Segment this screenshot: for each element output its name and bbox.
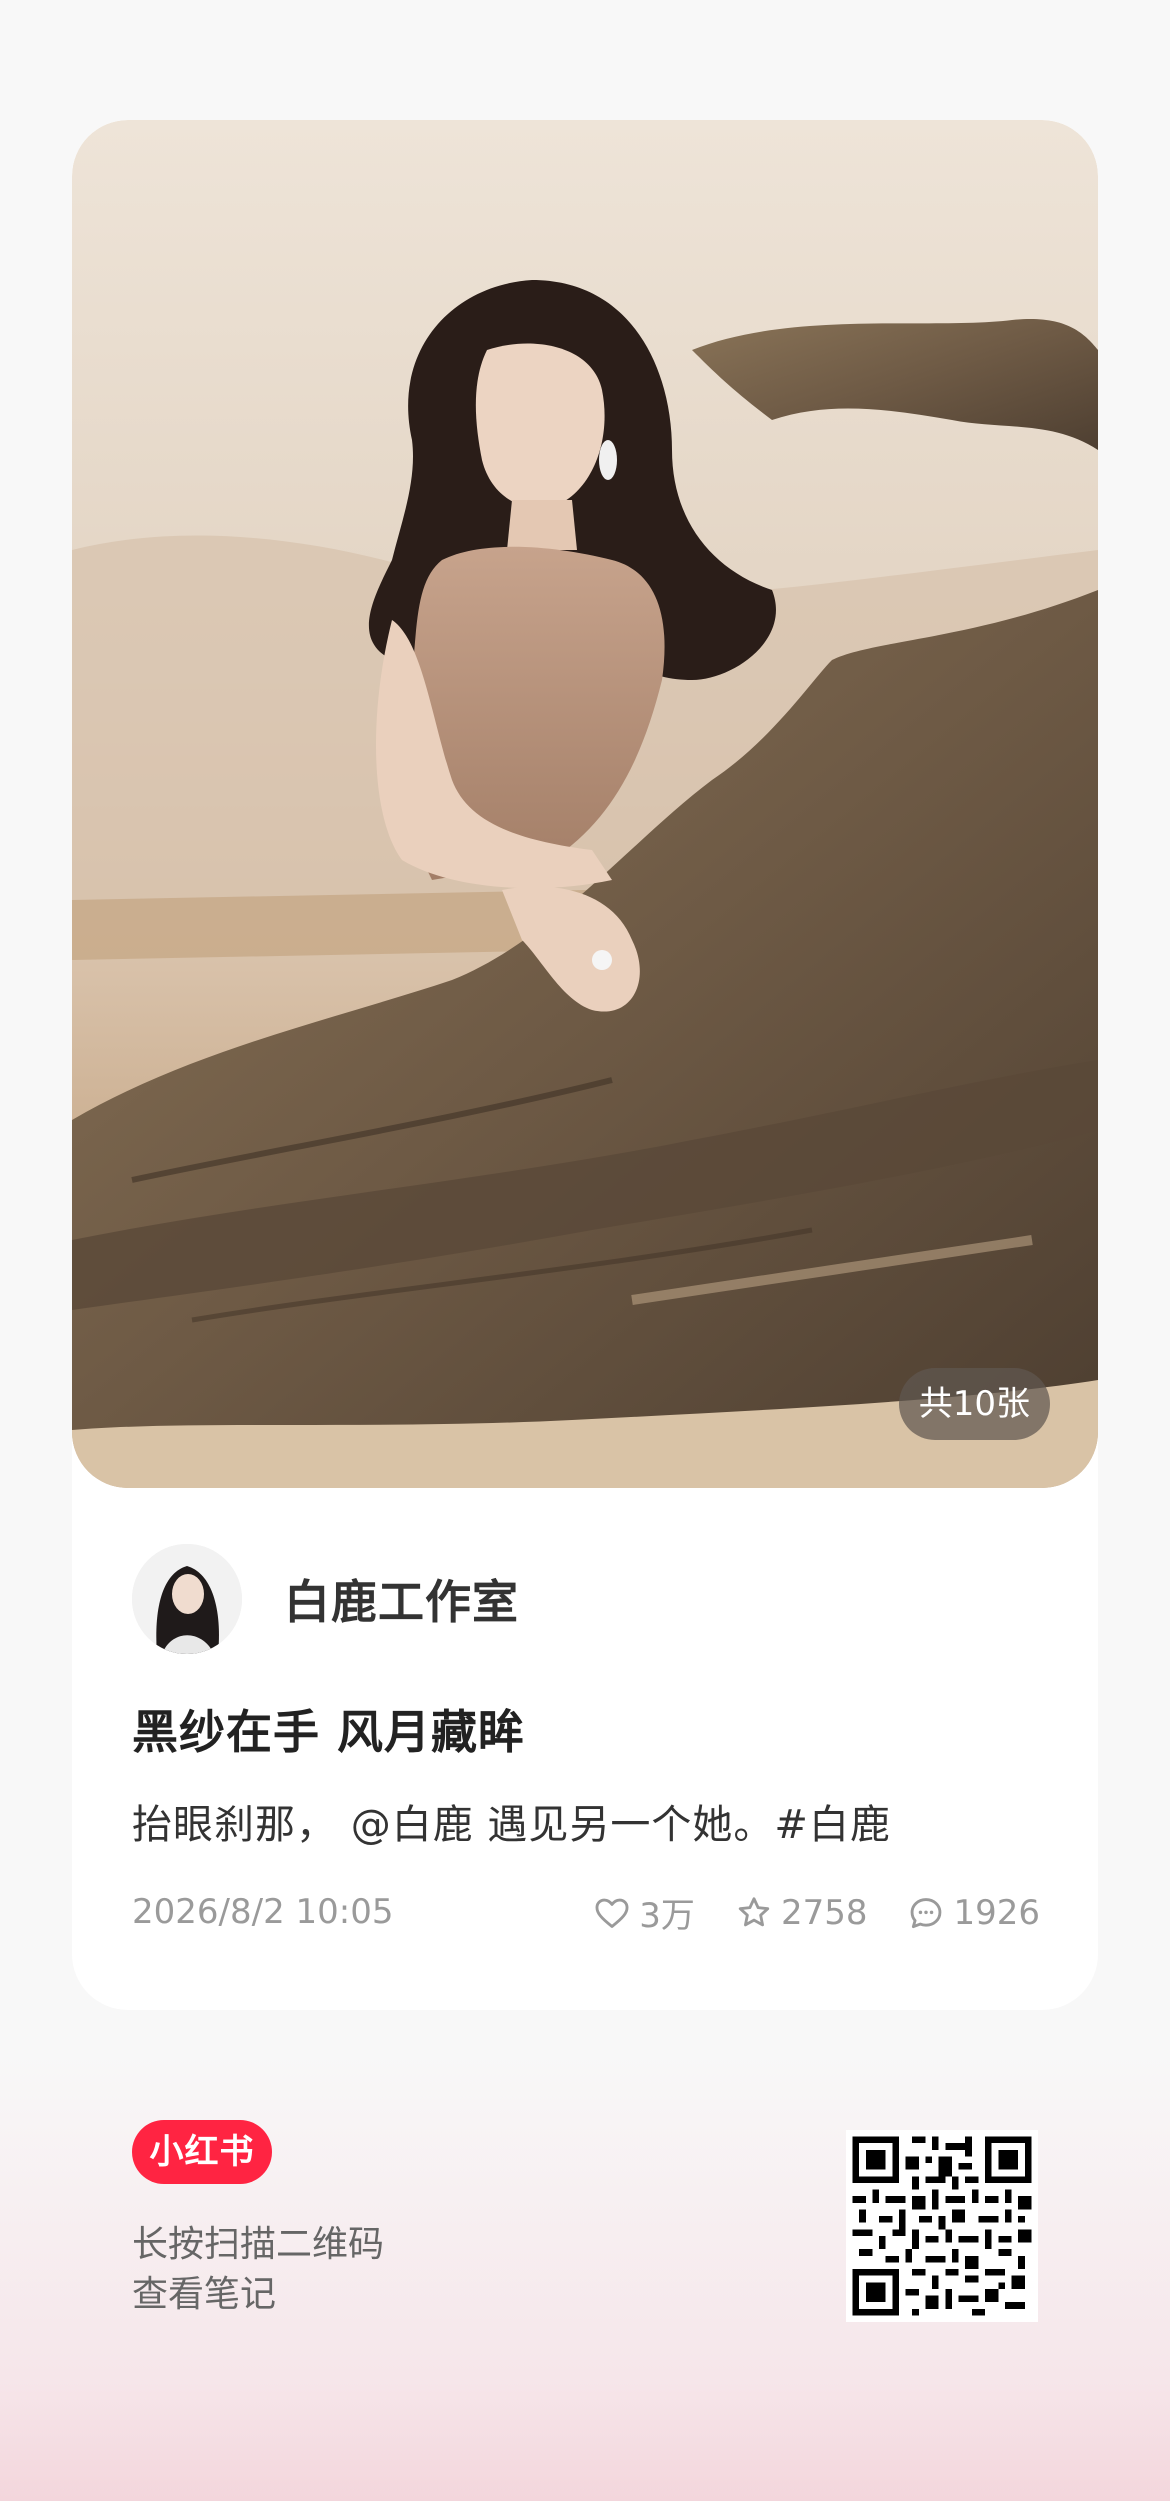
avatar-image — [132, 1544, 242, 1654]
star-icon — [738, 1896, 770, 1926]
favorite-count: 2758 — [780, 1892, 868, 1933]
comment-stat[interactable]: 1926 — [907, 1893, 1040, 1933]
cover-photo[interactable] — [72, 120, 1098, 1488]
scan-instruction-line1: 长按扫描二维码 — [132, 2224, 385, 2265]
avatar[interactable] — [132, 1544, 242, 1654]
scan-instruction-line2: 查看笔记 — [132, 2274, 277, 2315]
comment-bubble-icon — [911, 1897, 942, 1928]
author-name[interactable]: 白鹿工作室 — [284, 1566, 519, 1632]
heart-icon — [595, 1898, 629, 1928]
post-stats: 3万 2758 1926 — [553, 1888, 1040, 1937]
post-date: 2026/8/2 10:05 — [132, 1892, 394, 1932]
cover-image — [72, 120, 1098, 1488]
post-description: 抬眼刹那， @白鹿 遇见另一个她。#白鹿 — [132, 1802, 891, 1848]
qr-code[interactable] — [846, 2130, 1038, 2322]
post-title: 黑纱在手 风月藏眸 — [132, 1705, 526, 1759]
scan-instructions: 长按扫描二维码 查看笔记 — [132, 2220, 384, 2320]
qr-code-image — [846, 2130, 1038, 2322]
author-row[interactable]: 白鹿工作室 — [132, 1544, 519, 1654]
app-logo: 小红书 — [132, 2120, 272, 2184]
favorite-stat[interactable]: 2758 — [735, 1892, 868, 1933]
comment-count: 1926 — [953, 1892, 1040, 1933]
image-count-badge: 共10张 — [898, 1368, 1050, 1440]
like-stat[interactable]: 3万 — [593, 1888, 695, 1937]
note-card[interactable]: 共10张 白鹿工作室 黑纱在手 风月藏眸 抬眼刹那， @白鹿 遇见另一个她。#白… — [72, 120, 1098, 2010]
like-count: 3万 — [639, 1896, 695, 1936]
